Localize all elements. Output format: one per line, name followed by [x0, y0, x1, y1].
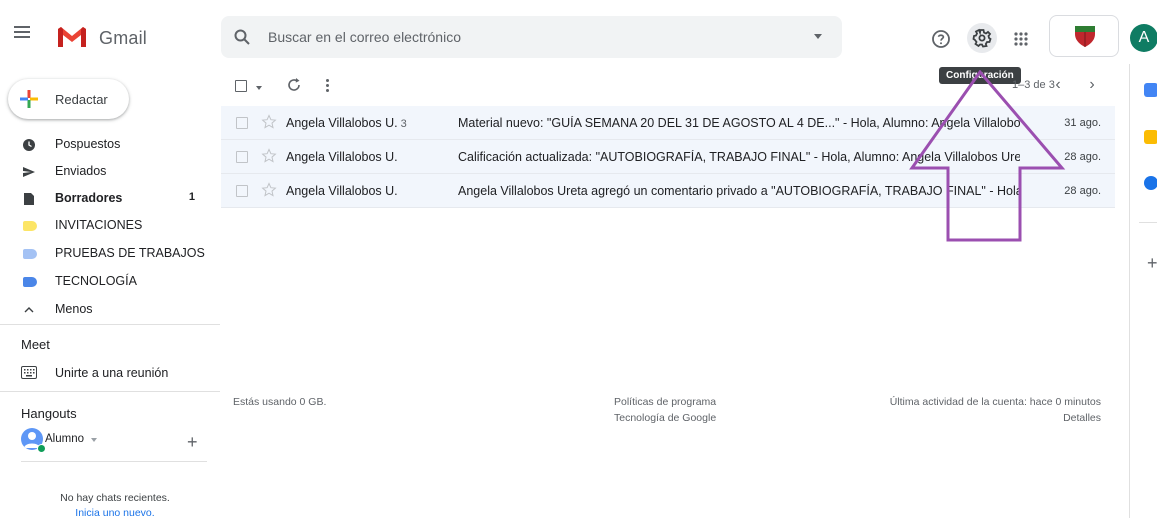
mail-row[interactable]: Angela Villalobos U. Angela Villalobos U…	[221, 174, 1115, 208]
hangouts-user[interactable]: Alumno +	[21, 428, 207, 456]
top-bar: Gmail A	[0, 0, 1157, 64]
compose-plus-icon	[20, 90, 38, 108]
tasks-icon[interactable]	[1144, 176, 1157, 190]
sidebar-item-invitaciones[interactable]: INVITACIONES	[0, 214, 205, 238]
mail-date: 28 ago.	[1064, 185, 1101, 197]
mail-subject: Calificación actualizada: "AUTOBIOGRAFÍA…	[458, 150, 1020, 164]
school-shield-icon	[1075, 26, 1095, 47]
mail-sender: Angela Villalobos U. 3	[286, 116, 407, 130]
keep-notes-icon[interactable]	[1144, 130, 1157, 144]
sidebar-item-label: PRUEBAS DE TRABAJOS	[55, 246, 205, 260]
organization-badge[interactable]	[1049, 15, 1119, 57]
row-checkbox[interactable]	[236, 185, 248, 197]
sidebar-item-tecnologia[interactable]: TECNOLOGÍA	[0, 270, 205, 294]
account-avatar[interactable]: A	[1130, 24, 1157, 52]
chevron-left-icon[interactable]: ‹	[1050, 76, 1066, 94]
mail-subject: Material nuevo: "GUÍA SEMANA 20 DEL 31 D…	[458, 116, 1020, 130]
sidebar-item-label: INVITACIONES	[55, 218, 143, 232]
sidebar-item-less[interactable]: Menos	[0, 298, 205, 322]
help-icon[interactable]	[926, 24, 956, 54]
hangouts-title: Hangouts	[21, 406, 77, 421]
sidebar-item-snoozed[interactable]: Pospuestos	[0, 133, 205, 157]
apps-grid-icon[interactable]	[1006, 24, 1036, 54]
mail-sender: Angela Villalobos U.	[286, 184, 398, 198]
settings-gear-icon[interactable]	[967, 23, 997, 53]
powered-by-google: Tecnología de Google	[614, 412, 717, 424]
row-checkbox[interactable]	[236, 117, 248, 129]
search-bar[interactable]	[221, 16, 842, 58]
sidebar-divider	[21, 461, 207, 462]
refresh-icon[interactable]	[286, 77, 302, 93]
compose-label: Redactar	[55, 92, 108, 107]
star-icon[interactable]	[261, 182, 277, 198]
sidebar-item-label: Menos	[55, 302, 93, 316]
gmail-logo-icon[interactable]	[56, 25, 88, 49]
sidebar-divider	[0, 324, 220, 325]
search-input[interactable]	[268, 26, 788, 48]
sidebar-item-label: Enviados	[55, 164, 107, 178]
side-panel-divider	[1139, 222, 1157, 223]
mail-row[interactable]: Angela Villalobos U. Calificación actual…	[221, 140, 1115, 174]
no-chats-text: No hay chats recientes.	[60, 492, 170, 504]
draft-file-icon	[24, 193, 34, 205]
label-tag-icon	[23, 249, 37, 259]
chevron-down-icon[interactable]	[91, 438, 97, 442]
keyboard-icon	[21, 366, 37, 379]
start-new-chat-link[interactable]: Inicia uno nuevo.	[40, 506, 190, 518]
send-icon	[23, 167, 35, 177]
select-options-chevron-icon[interactable]	[256, 86, 262, 90]
mail-subject: Angela Villalobos Ureta agregó un coment…	[458, 184, 1020, 198]
clock-icon	[23, 139, 35, 151]
sidebar-divider	[0, 391, 220, 392]
search-icon[interactable]	[233, 28, 251, 46]
select-all-checkbox[interactable]	[235, 80, 247, 92]
sidebar-item-sent[interactable]: Enviados	[0, 160, 205, 184]
more-options-icon[interactable]	[325, 78, 331, 94]
star-icon[interactable]	[261, 114, 277, 130]
mail-row[interactable]: Angela Villalobos U. 3 Material nuevo: "G…	[221, 106, 1115, 140]
sidebar-item-label: Borradores	[55, 191, 123, 205]
sidebar-item-label: TECNOLOGÍA	[55, 274, 137, 288]
pagination-info: 1–3 de 3	[1012, 79, 1055, 91]
join-meeting-item[interactable]: Unirte a una reunión	[0, 362, 220, 384]
mail-sender: Angela Villalobos U.	[286, 150, 398, 164]
storage-usage: Estás usando 0 GB.	[233, 396, 327, 408]
sidebar-item-label: Pospuestos	[55, 137, 121, 151]
row-checkbox[interactable]	[236, 151, 248, 163]
sidebar-item-drafts[interactable]: Borradores 1	[0, 187, 205, 211]
details-link[interactable]: Detalles	[870, 410, 1101, 426]
hangouts-user-name: Alumno	[45, 433, 84, 445]
mail-date: 28 ago.	[1064, 151, 1101, 163]
calendar-icon[interactable]	[1144, 83, 1157, 97]
sender-name: Angela Villalobos U.	[286, 116, 398, 130]
join-meeting-label: Unirte a una reunión	[55, 366, 169, 380]
compose-button[interactable]: Redactar	[8, 79, 129, 119]
app-name[interactable]: Gmail	[99, 28, 147, 49]
chevron-up-icon	[24, 307, 34, 313]
new-chat-plus-icon[interactable]: +	[187, 432, 198, 453]
last-activity: Última actividad de la cuenta: hace 0 mi…	[889, 396, 1101, 408]
star-icon[interactable]	[261, 148, 277, 164]
program-policies-link[interactable]: Políticas de programa	[614, 394, 716, 410]
main-menu-icon[interactable]	[14, 26, 30, 38]
sidebar-item-pruebas-de-trabajos[interactable]: PRUEBAS DE TRABAJOS	[0, 242, 205, 266]
add-addon-plus-icon[interactable]: +	[1147, 253, 1157, 274]
drafts-count: 1	[188, 191, 195, 203]
thread-count: 3	[400, 118, 407, 130]
mail-date: 31 ago.	[1064, 117, 1101, 129]
settings-tooltip: Configuración	[939, 67, 1021, 84]
meet-title: Meet	[21, 337, 50, 352]
search-options-icon[interactable]	[814, 34, 822, 39]
online-status-icon	[37, 444, 46, 453]
no-chats-message: No hay chats recientes. Inicia uno nuevo…	[40, 491, 190, 518]
chevron-right-icon[interactable]: ›	[1084, 76, 1100, 94]
side-panel: +	[1129, 64, 1157, 518]
label-tag-icon	[23, 221, 37, 231]
label-tag-icon	[23, 277, 37, 287]
